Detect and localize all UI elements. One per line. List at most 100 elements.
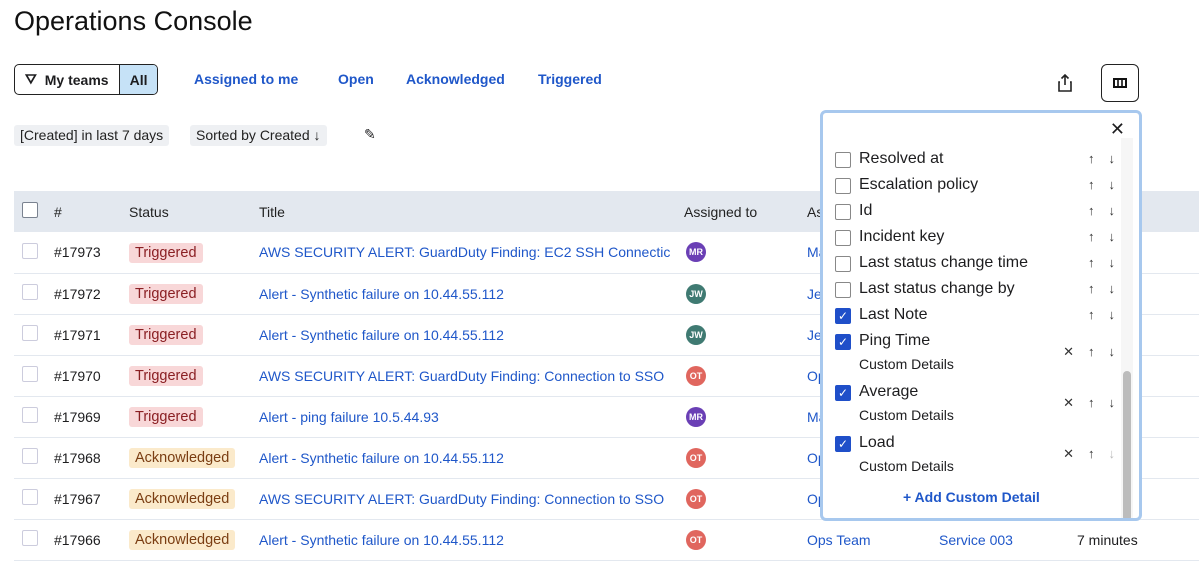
column-label: Average <box>859 383 919 400</box>
table-row[interactable]: #17966 Acknowledged Alert - Synthetic fa… <box>14 519 1199 561</box>
row-checkbox[interactable] <box>22 242 38 259</box>
tab-assigned-to-me[interactable]: Assigned to me <box>194 71 298 87</box>
columns-popover: ✕ Resolved at ↑ ↓ Escalation policy ↑ ↓ Id… <box>820 110 1142 521</box>
remove-icon[interactable]: ✕ <box>1063 395 1074 411</box>
incident-number: #17968 <box>46 437 129 479</box>
arrow-up-icon[interactable]: ↑ <box>1088 203 1095 218</box>
column-option[interactable]: Incident key ↑ ↓ <box>835 228 1115 246</box>
column-checkbox[interactable]: ✓ <box>835 308 851 324</box>
arrow-down-icon[interactable]: ↓ <box>1109 307 1116 322</box>
arrow-up-icon[interactable]: ↑ <box>1088 281 1095 296</box>
arrow-up-icon[interactable]: ↑ <box>1088 344 1095 360</box>
column-option[interactable]: Escalation policy ↑ ↓ <box>835 176 1115 194</box>
incident-title-link[interactable]: Alert - Synthetic failure on 10.44.55.11… <box>259 327 504 343</box>
add-custom-detail-button[interactable]: + Add Custom Detail <box>903 489 1040 505</box>
pencil-icon[interactable]: ✎ <box>364 126 376 143</box>
column-option[interactable]: ✓ Load Custom Details ✕ ↑ ↓ <box>835 434 1115 474</box>
incident-title-link[interactable]: AWS SECURITY ALERT: GuardDuty Finding: C… <box>259 368 664 384</box>
header-assigned-to[interactable]: Assigned to <box>684 191 807 232</box>
arrow-down-icon[interactable]: ↓ <box>1109 255 1116 270</box>
row-checkbox[interactable] <box>22 489 38 505</box>
assigned-team-link[interactable]: Ops Team <box>807 532 871 548</box>
column-label: Load <box>859 434 895 451</box>
column-option[interactable]: ✓ Ping Time Custom Details ✕ ↑ ↓ <box>835 332 1115 372</box>
column-checkbox[interactable]: ✓ <box>835 385 851 401</box>
select-all-checkbox[interactable] <box>22 202 38 218</box>
my-teams-button[interactable]: ⛛ My teams <box>15 65 119 94</box>
arrow-up-icon[interactable]: ↑ <box>1088 151 1095 166</box>
tab-acknowledged[interactable]: Acknowledged <box>406 71 505 87</box>
column-checkbox[interactable]: ✓ <box>835 436 851 452</box>
column-option[interactable]: ✓ Average Custom Details ✕ ↑ ↓ <box>835 383 1115 423</box>
row-checkbox[interactable] <box>22 284 38 300</box>
header-title[interactable]: Title <box>259 191 684 232</box>
column-sublabel: Custom Details <box>859 458 954 474</box>
column-option[interactable]: ✓ Last Note ↑ ↓ <box>835 306 1115 324</box>
tab-open[interactable]: Open <box>338 71 374 87</box>
columns-icon <box>1113 78 1127 88</box>
arrow-up-icon[interactable]: ↑ <box>1088 255 1095 270</box>
arrow-down-icon[interactable]: ↓ <box>1109 395 1116 411</box>
avatar: OT <box>686 447 706 468</box>
row-checkbox[interactable] <box>22 366 38 382</box>
column-checkbox[interactable] <box>835 204 851 220</box>
arrow-up-icon[interactable]: ↑ <box>1088 446 1095 462</box>
arrow-down-icon[interactable]: ↓ <box>1109 281 1116 296</box>
column-label: Last Note <box>859 306 928 323</box>
arrow-down-icon[interactable]: ↓ <box>1109 151 1116 166</box>
column-option[interactable]: Last status change by ↑ ↓ <box>835 280 1115 298</box>
arrow-down-icon[interactable]: ↓ <box>1109 229 1116 244</box>
avatar: JW <box>686 283 706 304</box>
status-badge: Triggered <box>129 284 203 304</box>
column-checkbox[interactable] <box>835 256 851 272</box>
header-number[interactable]: # <box>46 191 129 232</box>
incident-number: #17967 <box>46 478 129 520</box>
row-checkbox[interactable] <box>22 407 38 423</box>
row-checkbox[interactable] <box>22 530 38 546</box>
column-label: Last status change time <box>859 254 1028 271</box>
incident-number: #17970 <box>46 355 129 397</box>
team-filter: ⛛ My teams All <box>14 64 159 95</box>
column-label: Ping Time <box>859 332 931 349</box>
column-checkbox[interactable]: ✓ <box>835 334 851 350</box>
arrow-down-icon[interactable]: ↓ <box>1109 344 1116 360</box>
arrow-down-icon[interactable]: ↓ <box>1109 177 1116 192</box>
arrow-up-icon[interactable]: ↑ <box>1088 229 1095 244</box>
incident-title-link[interactable]: Alert - Synthetic failure on 10.44.55.11… <box>259 286 504 302</box>
all-button[interactable]: All <box>118 65 158 94</box>
arrow-down-icon[interactable]: ↓ <box>1109 446 1116 462</box>
column-checkbox[interactable] <box>835 230 851 246</box>
tab-triggered[interactable]: Triggered <box>538 71 602 87</box>
column-checkbox[interactable] <box>835 178 851 194</box>
status-badge: Triggered <box>129 325 203 345</box>
column-option[interactable]: Last status change time ↑ ↓ <box>835 254 1115 272</box>
remove-icon[interactable]: ✕ <box>1063 446 1074 462</box>
sort-chip[interactable]: Sorted by Created ↓ <box>190 125 327 146</box>
close-icon[interactable]: ✕ <box>1110 119 1125 140</box>
column-option[interactable]: Id ↑ ↓ <box>835 202 1115 220</box>
column-sublabel: Custom Details <box>859 356 954 372</box>
arrow-down-icon[interactable]: ↓ <box>1109 203 1116 218</box>
arrow-up-icon[interactable]: ↑ <box>1088 307 1095 322</box>
header-status[interactable]: Status <box>129 191 259 232</box>
scrollbar-thumb[interactable] <box>1123 371 1131 518</box>
row-checkbox[interactable] <box>22 325 38 341</box>
arrow-up-icon[interactable]: ↑ <box>1088 395 1095 411</box>
incident-title-link[interactable]: AWS SECURITY ALERT: GuardDuty Finding: C… <box>259 491 664 507</box>
remove-icon[interactable]: ✕ <box>1063 344 1074 360</box>
columns-button[interactable] <box>1101 64 1139 102</box>
service-link[interactable]: Service 003 <box>939 532 1013 548</box>
export-button[interactable] <box>1046 64 1084 102</box>
avatar: OT <box>686 365 706 386</box>
column-checkbox[interactable] <box>835 152 851 168</box>
column-checkbox[interactable] <box>835 282 851 298</box>
row-checkbox[interactable] <box>22 448 38 464</box>
column-label: Incident key <box>859 228 945 245</box>
incident-title-link[interactable]: Alert - ping failure 10.5.44.93 <box>259 409 439 425</box>
incident-title-link[interactable]: Alert - Synthetic failure on 10.44.55.11… <box>259 532 504 548</box>
arrow-up-icon[interactable]: ↑ <box>1088 177 1095 192</box>
column-option[interactable]: Resolved at ↑ ↓ <box>835 150 1115 168</box>
created-filter-chip[interactable]: [Created] in last 7 days <box>14 125 170 146</box>
incident-title-link[interactable]: Alert - Synthetic failure on 10.44.55.11… <box>259 450 504 466</box>
incident-title-link[interactable]: AWS SECURITY ALERT: GuardDuty Finding: E… <box>259 244 670 260</box>
